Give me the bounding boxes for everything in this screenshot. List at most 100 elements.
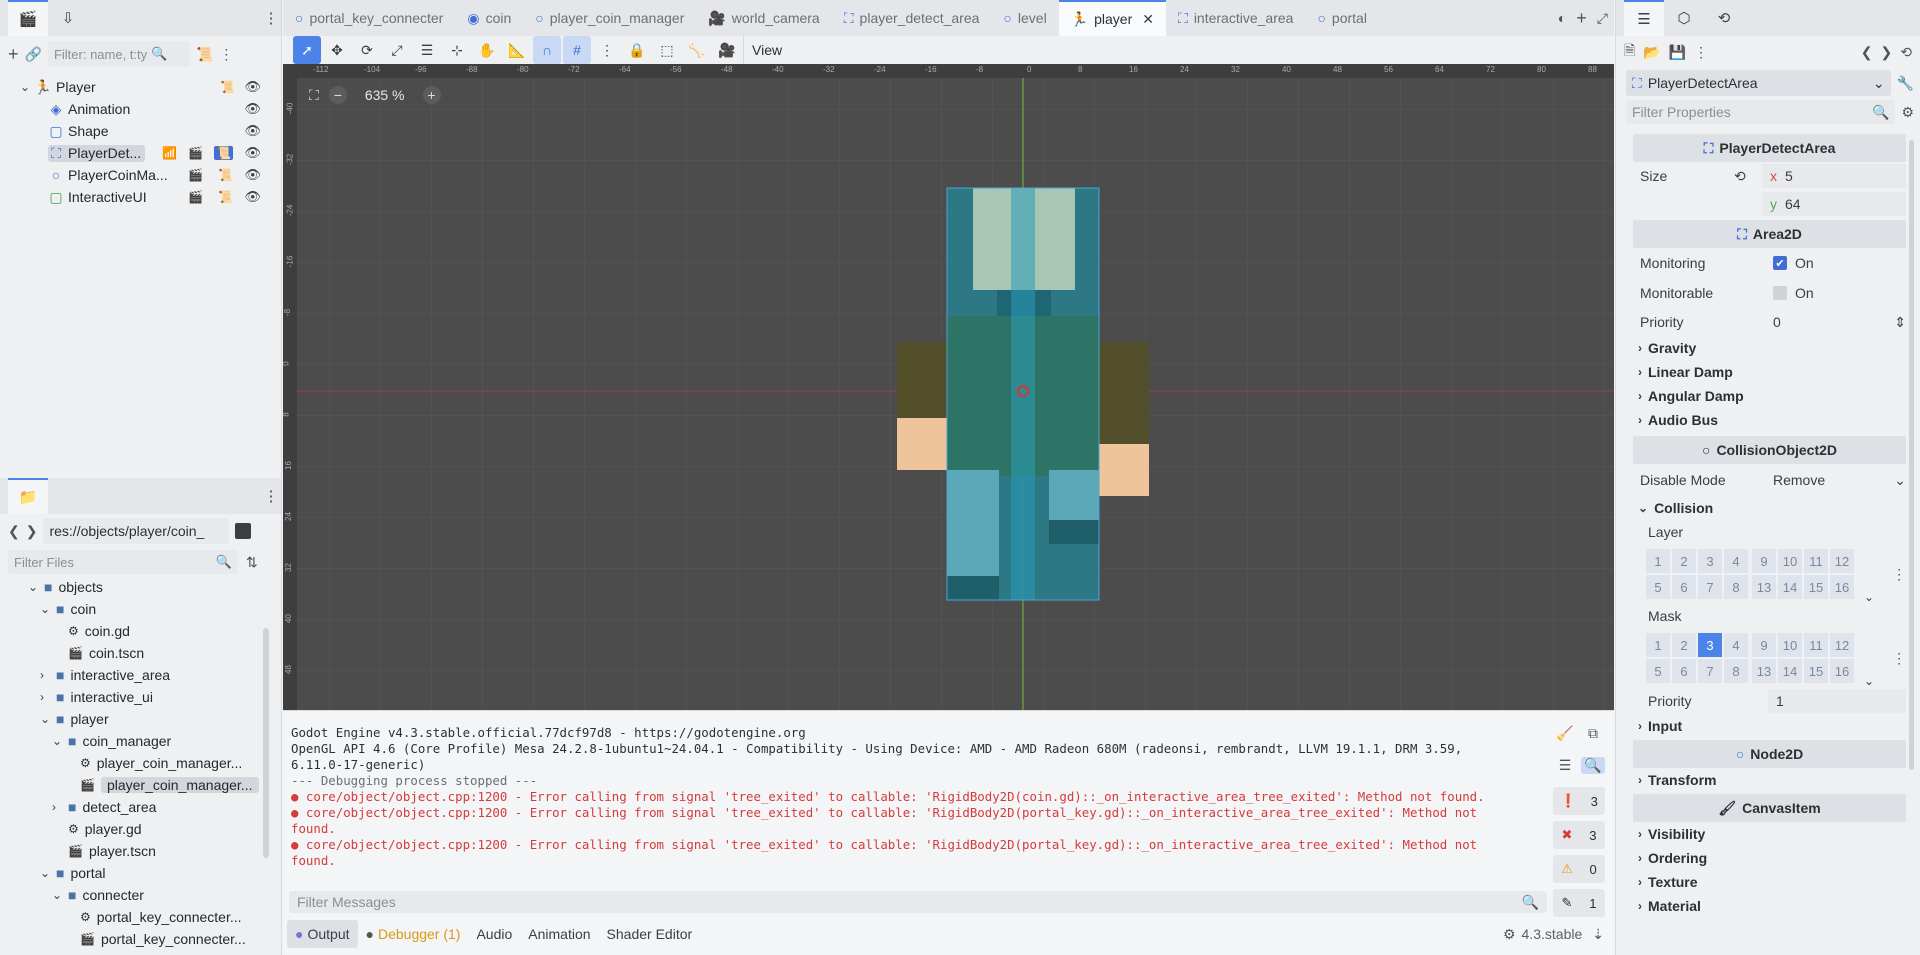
rotate-tool-icon[interactable]: ⟳ bbox=[353, 36, 381, 64]
scene-instance-icon[interactable]: 🎬 bbox=[188, 168, 203, 182]
output-tab[interactable]: ● Output bbox=[287, 920, 358, 948]
bone-icon[interactable]: 🦴 bbox=[683, 36, 711, 64]
layer-bit[interactable]: 7 bbox=[1698, 575, 1722, 599]
mask-bit[interactable]: 7 bbox=[1698, 659, 1722, 683]
file-item[interactable]: › ■ detect_area bbox=[0, 796, 281, 818]
pan-tool-icon[interactable]: ✋ bbox=[473, 36, 501, 64]
chevron-down-icon[interactable]: ⌄ bbox=[40, 712, 54, 726]
file-item[interactable]: ⚙ player_coin_manager... bbox=[0, 752, 281, 774]
property-options-icon[interactable]: ⚙ bbox=[1901, 104, 1914, 121]
layer-bit[interactable]: 13 bbox=[1752, 575, 1776, 599]
zoom-out-icon[interactable]: − bbox=[328, 86, 347, 104]
scene-tab-1[interactable]: ◉ coin bbox=[455, 0, 523, 36]
recent-history-icon[interactable]: ⟲ bbox=[1900, 44, 1912, 61]
visibility-eye-icon[interactable]: 👁 bbox=[244, 101, 261, 117]
scene-tab-0[interactable]: ○ portal_key_connecter bbox=[283, 0, 455, 36]
move-tool-icon[interactable]: ✥ bbox=[323, 36, 351, 64]
chevron-down-icon[interactable]: ⌄ bbox=[1864, 674, 1874, 688]
mask-bit[interactable]: 10 bbox=[1778, 633, 1802, 657]
collision-priority-field[interactable]: 1 bbox=[1768, 689, 1906, 713]
scene-tab-2[interactable]: ○ player_coin_manager bbox=[523, 0, 696, 36]
zoom-in-icon[interactable]: + bbox=[422, 86, 441, 104]
smart-snap-icon[interactable]: ∩ bbox=[533, 36, 561, 64]
disable-mode-select[interactable]: Remove ⌄ bbox=[1765, 468, 1906, 492]
monitoring-checkbox[interactable]: ✔ On bbox=[1765, 251, 1906, 275]
file-item[interactable]: 🎬 coin.tscn bbox=[0, 642, 281, 664]
debugger-tab[interactable]: ● Debugger (1) bbox=[358, 920, 469, 948]
mask-bit[interactable]: 1 bbox=[1646, 633, 1670, 657]
object-properties-icon[interactable]: 🔧 bbox=[1897, 75, 1914, 92]
scene-tab-5[interactable]: ○ level bbox=[991, 0, 1058, 36]
filter-messages-input[interactable]: Filter Messages 🔍 bbox=[289, 891, 1547, 913]
layer-bit[interactable]: 14 bbox=[1778, 575, 1802, 599]
chevron-right-icon[interactable]: › bbox=[40, 690, 54, 704]
mask-menu-icon[interactable]: ⋮ bbox=[1892, 650, 1906, 667]
resource-menu-icon[interactable]: ⋮ bbox=[1694, 44, 1708, 61]
mask-bit[interactable]: 2 bbox=[1672, 633, 1696, 657]
distraction-free-icon[interactable]: ⤢ bbox=[1597, 10, 1608, 27]
collapse-log-icon[interactable]: ☰ bbox=[1553, 757, 1577, 774]
split-view-icon[interactable] bbox=[235, 523, 252, 539]
grid-snap-icon[interactable]: # bbox=[563, 36, 591, 64]
priority-spinbox[interactable]: 0 ⇕ bbox=[1765, 310, 1906, 334]
chevron-down-icon[interactable]: ⌄ bbox=[52, 734, 66, 748]
scene-menu-icon[interactable]: ⋮ bbox=[219, 46, 233, 63]
script-icon[interactable]: 📜 bbox=[218, 190, 233, 204]
mask-bit[interactable]: 4 bbox=[1724, 633, 1748, 657]
file-item[interactable]: ⌄ ■ connecter bbox=[0, 884, 281, 906]
visibility-eye-icon[interactable]: 👁 bbox=[244, 145, 261, 161]
property-group[interactable]: › Gravity bbox=[1616, 336, 1920, 360]
file-scrollbar[interactable] bbox=[263, 628, 269, 858]
error-filter-button[interactable]: ✖ 3 bbox=[1553, 821, 1605, 849]
layer-bit[interactable]: 12 bbox=[1830, 549, 1854, 573]
view-menu[interactable]: View bbox=[743, 36, 790, 64]
file-item[interactable]: 🎬 player_coin_manager... bbox=[0, 774, 281, 796]
property-group[interactable]: › Ordering bbox=[1616, 846, 1920, 870]
close-tab-icon[interactable]: ✕ bbox=[1142, 11, 1154, 28]
lock-icon[interactable]: 🔒 bbox=[623, 36, 651, 64]
animation-tab[interactable]: Animation bbox=[520, 920, 598, 948]
history-tab-icon[interactable]: ⟲ bbox=[1704, 0, 1744, 36]
scene-tab-7[interactable]: ⛶ interactive_area bbox=[1166, 0, 1305, 36]
mask-bit[interactable]: 8 bbox=[1724, 659, 1748, 683]
dock-menu-icon[interactable]: ⋮ bbox=[261, 478, 281, 514]
warning-filter-button[interactable]: ⚠ 0 bbox=[1553, 855, 1605, 883]
layer-menu-icon[interactable]: ⋮ bbox=[1892, 566, 1906, 583]
layer-bit[interactable]: 10 bbox=[1778, 549, 1802, 573]
layer-bit[interactable]: 5 bbox=[1646, 575, 1670, 599]
chevron-down-icon[interactable]: ⌄ bbox=[1864, 590, 1874, 604]
mask-bit[interactable]: 5 bbox=[1646, 659, 1670, 683]
layer-bit[interactable]: 11 bbox=[1804, 549, 1828, 573]
scene-tab-3[interactable]: 🎥 world_camera bbox=[696, 0, 831, 36]
layer-bit[interactable]: 6 bbox=[1672, 575, 1696, 599]
mask-bit[interactable]: 16 bbox=[1830, 659, 1854, 683]
camera-override-icon[interactable]: 🎥 bbox=[713, 36, 741, 64]
file-item[interactable]: ⚙ player.gd bbox=[0, 818, 281, 840]
property-filter-input[interactable]: Filter Properties 🔍 bbox=[1626, 100, 1896, 124]
scene-tab-icon[interactable]: 🎬 bbox=[8, 0, 48, 36]
scene-tab-6[interactable]: 🏃 player ✕ bbox=[1058, 0, 1166, 36]
file-item[interactable]: ⚙ portal_key_connecter... bbox=[0, 906, 281, 928]
scene-tab-8[interactable]: ○ portal bbox=[1305, 0, 1379, 36]
layer-bit[interactable]: 9 bbox=[1752, 549, 1776, 573]
snap-options-icon[interactable]: ⋮ bbox=[593, 36, 621, 64]
layer-bit[interactable]: 1 bbox=[1646, 549, 1670, 573]
canvas-viewport[interactable]: -112 -104 -96 -88 -80 -72 -64 -56 -48 -40 -32 -24 -1… bbox=[283, 64, 1614, 710]
select-tool-icon[interactable]: ➚ bbox=[293, 36, 321, 64]
layer-bit[interactable]: 4 bbox=[1724, 549, 1748, 573]
property-group[interactable]: › Audio Bus bbox=[1616, 408, 1920, 432]
node-tab-icon[interactable]: ⬡ bbox=[1664, 0, 1704, 36]
back-arrow-icon[interactable]: ❮ bbox=[8, 523, 20, 540]
visibility-eye-icon[interactable]: 👁 bbox=[244, 167, 261, 183]
layer-bit[interactable]: 8 bbox=[1724, 575, 1748, 599]
revert-icon[interactable]: ⟲ bbox=[1734, 168, 1746, 185]
script-icon[interactable]: 📜 bbox=[220, 80, 235, 94]
mask-bit[interactable]: 12 bbox=[1830, 633, 1854, 657]
scale-tool-icon[interactable]: ⤢ bbox=[383, 36, 411, 64]
forward-arrow-icon[interactable]: ❯ bbox=[26, 523, 38, 540]
tree-node-interactiveui[interactable]: ▢ InteractiveUI 🎬 📜 👁 bbox=[0, 186, 281, 208]
layer-bit[interactable]: 15 bbox=[1804, 575, 1828, 599]
mask-bit[interactable]: 15 bbox=[1804, 659, 1828, 683]
search-log-icon[interactable]: 🔍 bbox=[1581, 756, 1605, 774]
ruler-tool-icon[interactable]: 📐 bbox=[503, 36, 531, 64]
